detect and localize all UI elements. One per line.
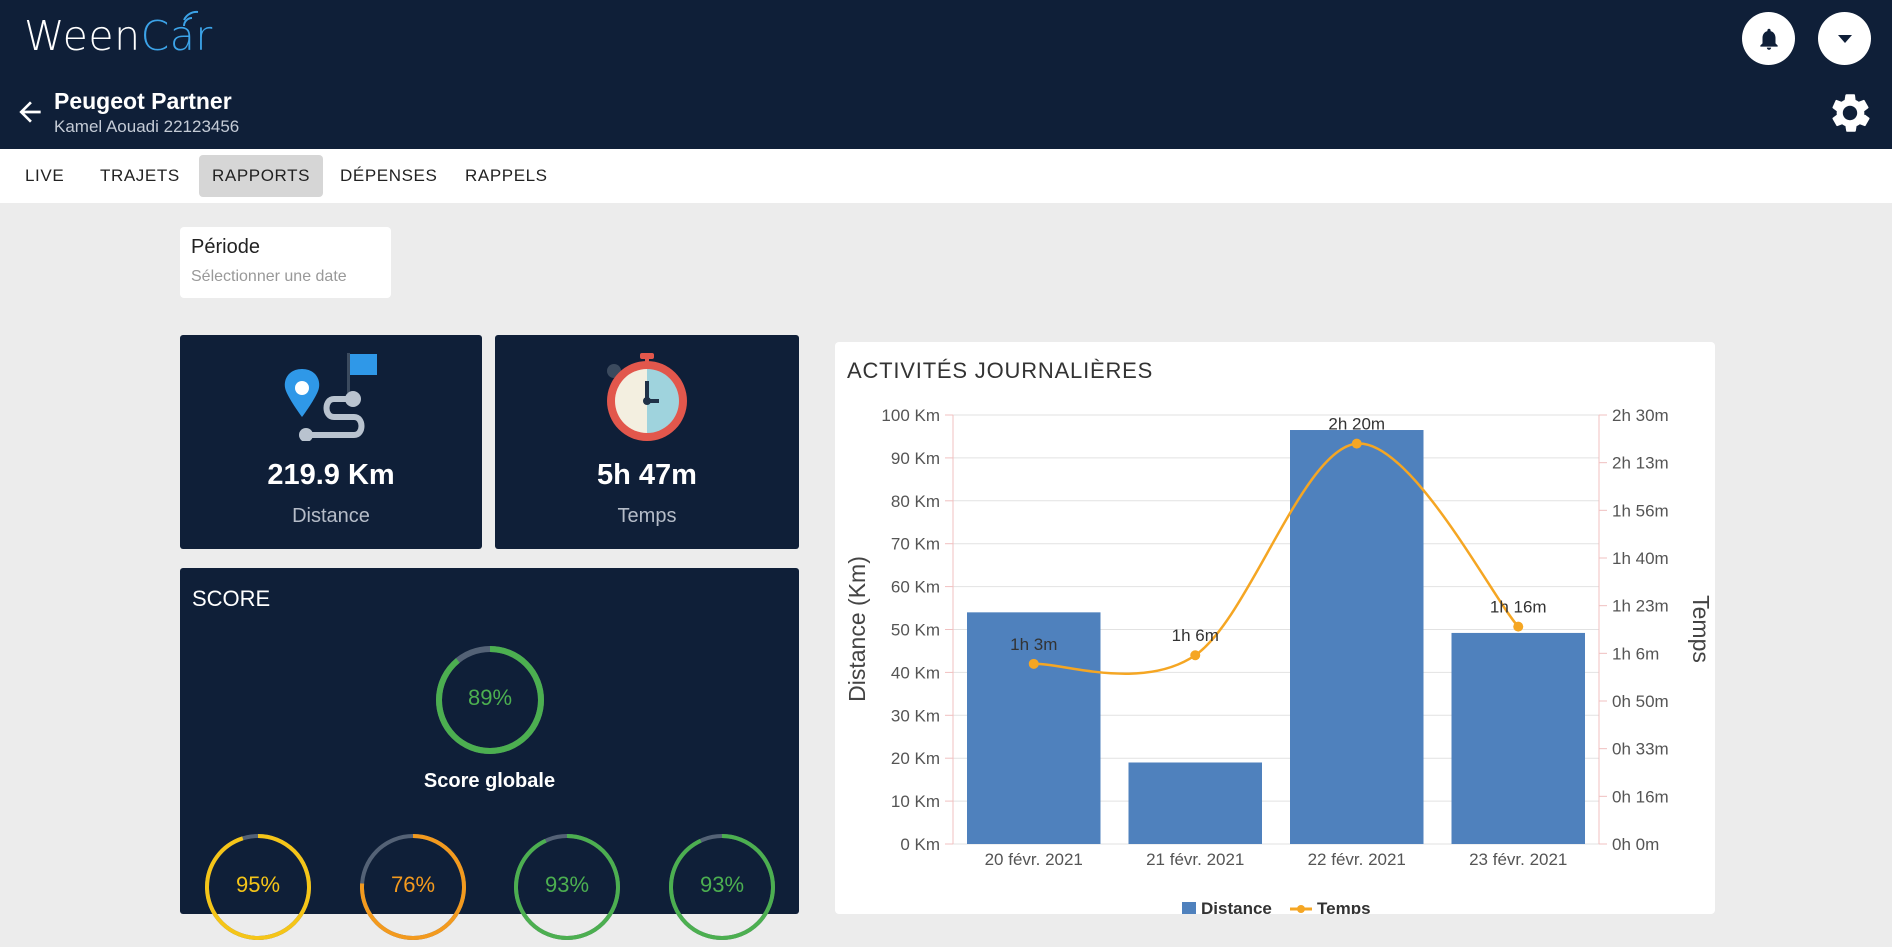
time-point [1513, 621, 1524, 632]
distance-card: 219.9 Km Distance [180, 335, 482, 549]
time-point [1028, 658, 1039, 669]
account-menu-button[interactable] [1818, 12, 1871, 65]
score-title: SCORE [192, 586, 271, 611]
period-placeholder: Sélectionner une date [191, 268, 347, 285]
daily-activity-card: ACTIVITÉS JOURNALIÈRES 0 Km 10 Km 20 Km 30 … [835, 342, 1715, 914]
x-tick-label: 22 févr. 2021 [1308, 850, 1406, 869]
route-pin-icon [284, 353, 377, 441]
caret-down-icon [1837, 34, 1852, 43]
legend-label-temps: Temps [1317, 899, 1371, 914]
y2-tick-label: 1h 6m [1612, 644, 1659, 663]
y2-tick-label: 1h 40m [1612, 549, 1669, 568]
tab-bar: LIVE TRAJETS RAPPORTS DÉPENSES RAPPELS [0, 149, 1892, 203]
time-data-label: 2h 20m [1328, 415, 1385, 434]
daily-activity-chart: 0 Km 10 Km 20 Km 30 Km 40 Km 50 Km 60 Km 70 Km 8… [844, 406, 1714, 914]
y-tick-label: 60 Km [891, 578, 940, 597]
time-label: Temps [617, 505, 677, 527]
score-value-2: 76% [390, 872, 436, 897]
time-series-line [1033, 442, 1520, 675]
y-tick-label: 30 Km [891, 706, 940, 725]
distance-value: 219.9 Km [267, 459, 395, 491]
time-data-label: 1h 6m [1172, 626, 1219, 645]
score-card: SCORE 89% Score globale 95% 76% 93% 93% [180, 568, 799, 940]
settings-gear-icon[interactable] [1826, 89, 1874, 137]
y-tick-label: 10 Km [891, 792, 940, 811]
tab-rapports[interactable]: RAPPORTS [199, 155, 324, 197]
y2-tick-label: 2h 30m [1612, 406, 1669, 425]
x-tick-label: 23 févr. 2021 [1469, 850, 1567, 869]
driver-info: Kamel Aouadi 22123456 [54, 117, 240, 136]
stopwatch-icon [607, 353, 687, 441]
bell-icon [1759, 28, 1778, 50]
y2-tick-label: 1h 56m [1612, 501, 1669, 520]
time-card: 5h 47m Temps [495, 335, 799, 549]
y2-tick-label: 0h 16m [1612, 787, 1669, 806]
y-tick-label: 70 Km [891, 535, 940, 554]
back-arrow-icon[interactable] [14, 96, 46, 128]
score-value-4: 93% [699, 872, 745, 897]
y2-tick-label: 2h 13m [1612, 454, 1669, 473]
bar [1128, 762, 1262, 844]
tab-live[interactable]: LIVE [12, 155, 77, 197]
legend-swatch-distance [1182, 902, 1196, 914]
y-tick-label: 40 Km [891, 663, 940, 682]
time-data-label: 1h 16m [1490, 598, 1547, 617]
bar [1290, 430, 1424, 844]
score-value-1: 95% [235, 872, 281, 897]
legend-marker-temps [1297, 905, 1305, 913]
legend-label-distance: Distance [1201, 899, 1272, 914]
logo-signal-icon [183, 10, 199, 27]
y-tick-label: 0 Km [900, 835, 940, 854]
distance-label: Distance [292, 505, 370, 527]
period-picker[interactable]: Période Sélectionner une date [180, 227, 391, 298]
tab-depenses[interactable]: DÉPENSES [327, 155, 450, 197]
top-header: WeenCar Peugeot Partner Kamel Aouadi 221… [0, 0, 1892, 149]
y-tick-label: 100 Km [881, 406, 940, 425]
y-tick-label: 80 Km [891, 492, 940, 511]
y2-axis-title: Temps [1688, 595, 1714, 663]
time-value: 5h 47m [597, 459, 697, 491]
bar [1451, 632, 1585, 844]
period-title: Période [191, 236, 260, 258]
y2-tick-label: 1h 23m [1612, 597, 1669, 616]
vehicle-name: Peugeot Partner [54, 88, 232, 114]
score-ring-4: 93% [667, 832, 777, 942]
y2-tick-label: 0h 0m [1612, 835, 1659, 854]
y-tick-label: 90 Km [891, 449, 940, 468]
x-tick-label: 20 févr. 2021 [985, 850, 1083, 869]
score-ring-3: 93% [512, 832, 622, 942]
y2-tick-label: 0h 33m [1612, 740, 1669, 759]
y-axis-title: Distance (Km) [844, 556, 870, 702]
score-ring-1: 95% [203, 832, 313, 942]
y-tick-label: 20 Km [891, 749, 940, 768]
x-tick-label: 21 févr. 2021 [1146, 850, 1244, 869]
y-tick-label: 50 Km [891, 621, 940, 640]
notifications-button[interactable] [1742, 12, 1795, 65]
global-score-label: Score globale [423, 770, 556, 792]
score-ring-2: 76% [358, 832, 468, 942]
tab-trajets[interactable]: TRAJETS [87, 155, 193, 197]
time-point [1351, 438, 1362, 449]
tab-rappels[interactable]: RAPPELS [452, 155, 561, 197]
time-data-label: 1h 3m [1010, 635, 1057, 654]
global-score-value: 89% [467, 685, 513, 710]
global-score-ring: 89% [434, 644, 546, 756]
time-point [1190, 650, 1201, 661]
score-value-3: 93% [544, 872, 590, 897]
y2-tick-label: 0h 50m [1612, 692, 1669, 711]
